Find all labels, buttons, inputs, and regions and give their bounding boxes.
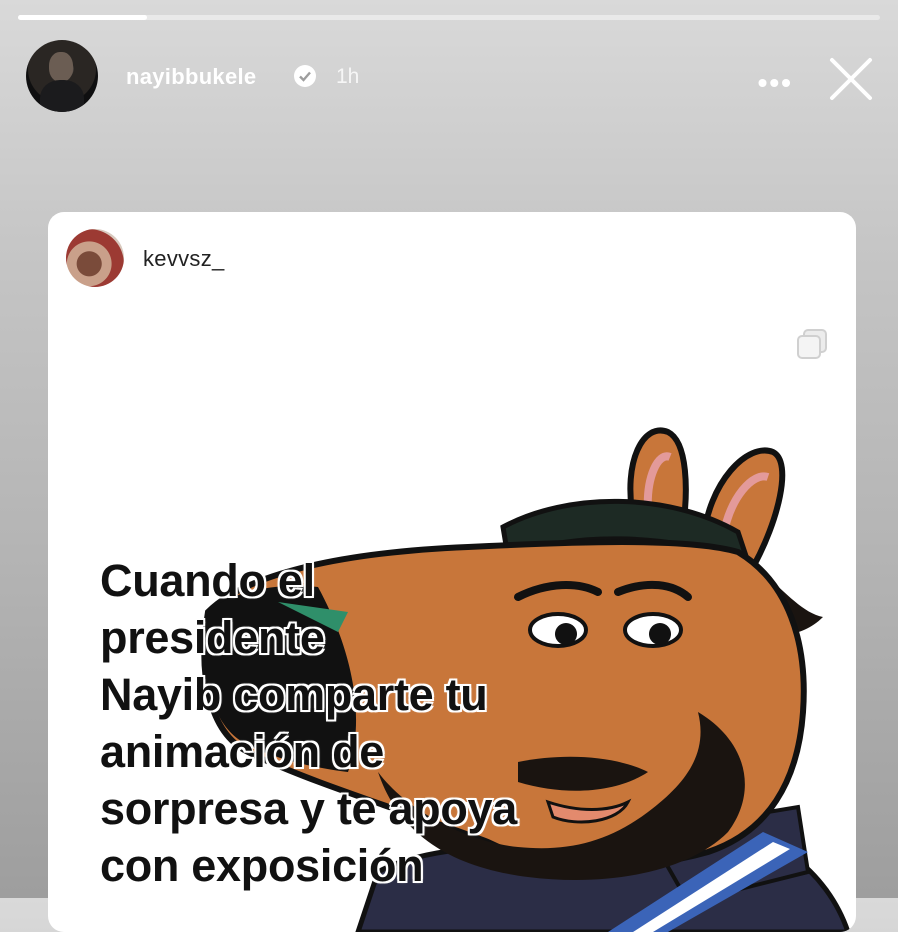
- shared-post-username[interactable]: kevvsz_: [143, 246, 225, 272]
- shared-post-card[interactable]: kevvsz_ Cuando el presidente Nayib compa…: [48, 212, 856, 932]
- avatar[interactable]: [26, 40, 98, 112]
- caption-line: presidente: [100, 612, 325, 663]
- caption-line: Cuando el: [100, 555, 315, 606]
- shared-post-avatar[interactable]: [66, 229, 124, 287]
- caption-line: sorpresa y te apoya: [100, 783, 518, 834]
- username[interactable]: nayibbukele: [126, 64, 256, 90]
- copy-icon: [796, 328, 828, 360]
- caption-line: con exposición: [100, 840, 424, 891]
- caption-line: animación de: [100, 726, 384, 777]
- story-progress-bar: [18, 15, 880, 20]
- post-time: 1h: [336, 65, 360, 88]
- story-progress-fill: [18, 15, 148, 20]
- verified-badge-icon: [294, 65, 316, 87]
- story-header: nayibbukele 1h •••: [26, 40, 888, 114]
- close-icon[interactable]: [826, 54, 876, 104]
- more-options-icon[interactable]: •••: [758, 67, 793, 99]
- caption-line: Nayib comparte tu: [100, 669, 488, 720]
- post-caption: Cuando el presidente Nayib comparte tu a…: [100, 552, 660, 894]
